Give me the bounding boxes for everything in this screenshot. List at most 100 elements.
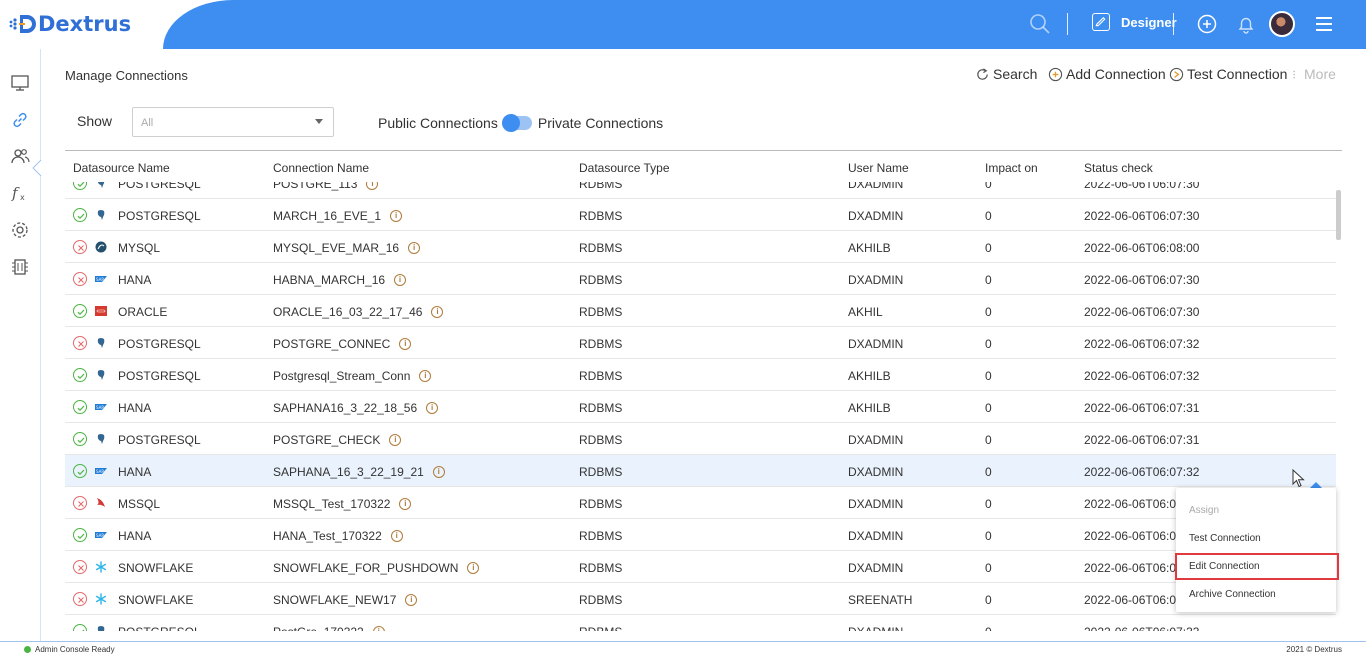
- status-check: 2022-06-06T06:07: [1084, 497, 1183, 511]
- column-header[interactable]: Datasource Type: [579, 161, 670, 175]
- logo-icon: [9, 15, 36, 33]
- logo[interactable]: Dextrus: [8, 12, 131, 36]
- show-select-value: All: [141, 117, 154, 129]
- visibility-toggle-group: Public Connections Private Connections: [378, 114, 663, 132]
- user-name: DXADMIN: [848, 433, 904, 447]
- status-ok-icon: [73, 432, 87, 446]
- connection-name-text: SAPHANA_16_3_22_19_21: [273, 465, 424, 479]
- status-error-icon: [73, 592, 87, 606]
- table-row[interactable]: POSTGRESQL Postgresql_Stream_Conn i RDBMS AK…: [65, 359, 1336, 391]
- hamburger-menu-icon[interactable]: [1313, 13, 1335, 35]
- column-header[interactable]: Impact on: [985, 161, 1038, 175]
- connection-name: POSTGRE_CONNEC i: [273, 337, 412, 351]
- table-row[interactable]: POSTGRESQL PostGre_170322 i RDBMS DXADMIN 0 20…: [65, 615, 1336, 631]
- datasource-name: HANA: [118, 401, 152, 415]
- table-row[interactable]: POSTGRESQL POSTGRE_CHECK i RDBMS DXADMIN 0 202…: [65, 423, 1336, 455]
- add-connection-button[interactable]: Add Connection: [1048, 66, 1166, 82]
- info-icon[interactable]: i: [405, 593, 418, 606]
- table-row[interactable]: ORACLE ORACLE_16_03_22_17_46 i RDBMS AKHIL 0 2…: [65, 295, 1336, 327]
- status-error-icon: [73, 560, 87, 574]
- user-name: DXADMIN: [848, 465, 904, 479]
- status-check: 2022-06-06T06:07:31: [1084, 401, 1200, 415]
- info-icon[interactable]: i: [372, 625, 385, 631]
- table-row[interactable]: SNOWFLAKE SNOWFLAKE_NEW17 i RDBMS SREENATH 0 2…: [65, 583, 1336, 615]
- column-header[interactable]: User Name: [848, 161, 909, 175]
- avatar[interactable]: [1269, 11, 1295, 37]
- snowflake-icon: [95, 593, 107, 605]
- test-connection-button[interactable]: Test Connection: [1169, 66, 1287, 82]
- column-header[interactable]: Datasource Name: [73, 161, 170, 175]
- info-icon[interactable]: i: [431, 305, 444, 318]
- user-name: DXADMIN: [848, 182, 904, 191]
- menu-item-archive-connection[interactable]: Archive Connection: [1189, 589, 1276, 600]
- info-icon[interactable]: i: [389, 433, 402, 446]
- table-row[interactable]: POSTGRESQL MARCH_16_EVE_1 i RDBMS DXADMIN 0 20…: [65, 199, 1336, 231]
- add-circle-icon[interactable]: [1196, 13, 1218, 35]
- svg-text:f: f: [11, 184, 20, 202]
- datasource-name: HANA: [118, 529, 152, 543]
- info-icon[interactable]: i: [399, 497, 412, 510]
- info-icon[interactable]: i: [394, 273, 407, 286]
- connection-name: HANA_Test_170322 i: [273, 529, 403, 543]
- datasource-name: SNOWFLAKE: [118, 561, 194, 575]
- info-icon[interactable]: i: [366, 182, 379, 190]
- users-icon[interactable]: [10, 146, 30, 166]
- info-icon[interactable]: i: [408, 241, 421, 254]
- table-row[interactable]: MSSQL MSSQL_Test_170322 i RDBMS DXADMIN 0 2022…: [65, 487, 1336, 519]
- status-check: 2022-06-06T06:07: [1084, 593, 1183, 607]
- column-header[interactable]: Connection Name: [273, 161, 369, 175]
- connection-name-text: POSTGRE_CONNEC: [273, 337, 391, 351]
- table-row[interactable]: SAP HANA HANA_Test_170322 i RDBMS DXADMIN 0 202…: [65, 519, 1336, 551]
- datasource-name: MSSQL: [118, 497, 161, 511]
- table-row[interactable]: POSTGRESQL POSTGRE_113 i RDBMS DXADMIN 0 2022-…: [65, 182, 1336, 199]
- scrollbar-thumb[interactable]: [1336, 190, 1341, 240]
- info-icon[interactable]: i: [390, 529, 403, 542]
- info-icon[interactable]: i: [390, 209, 403, 222]
- table-row[interactable]: SAP HANA SAPHANA16_3_22_18_56 i RDBMS AKHILB 0…: [65, 391, 1336, 423]
- public-private-toggle[interactable]: [501, 114, 532, 132]
- table-row[interactable]: MYSQL MYSQL_EVE_MAR_16 i RDBMS AKHILB 0 2022-0…: [65, 231, 1336, 263]
- svg-text:SAP: SAP: [96, 277, 104, 282]
- datasource-type: RDBMS: [579, 465, 623, 479]
- sap-icon: SAP: [95, 273, 107, 285]
- table-row[interactable]: SAP HANA SAPHANA_16_3_22_19_21 i RDBMS DXADMI…: [65, 455, 1336, 487]
- status-ready: Admin Console Ready: [24, 645, 115, 654]
- more-button[interactable]: More: [1291, 66, 1336, 82]
- show-select[interactable]: All: [132, 107, 334, 137]
- monitor-icon[interactable]: [10, 73, 30, 93]
- search-icon[interactable]: [1029, 13, 1051, 35]
- info-icon[interactable]: i: [399, 337, 412, 350]
- sap-icon: SAP: [95, 529, 107, 541]
- connection-name-text: SAPHANA16_3_22_18_56: [273, 401, 418, 415]
- bell-icon[interactable]: [1235, 13, 1257, 35]
- info-icon[interactable]: i: [432, 465, 445, 478]
- info-icon[interactable]: i: [426, 401, 439, 414]
- table-header: Datasource Name Connection Name Datasour…: [65, 150, 1342, 182]
- status-check: 2022-06-06T06:07:31: [1084, 433, 1200, 447]
- status-check: 2022-06-06T06:07: [1084, 561, 1183, 575]
- gear-icon[interactable]: [10, 220, 30, 240]
- table-row[interactable]: POSTGRESQL POSTGRE_CONNEC i RDBMS DXADMIN 0 20…: [65, 327, 1336, 359]
- status-ok-icon: [73, 368, 87, 382]
- more-label: More: [1304, 66, 1336, 82]
- menu-item-test-connection[interactable]: Test Connection: [1189, 533, 1261, 544]
- impact-on: 0: [985, 529, 992, 543]
- info-icon[interactable]: i: [419, 369, 432, 382]
- table-row[interactable]: SAP HANA HABNA_MARCH_16 i RDBMS DXADMIN 0 2022-…: [65, 263, 1336, 295]
- public-connections-label: Public Connections: [378, 115, 498, 131]
- mssql-icon: [95, 497, 107, 509]
- status-error-icon: [73, 240, 87, 254]
- status-ok-icon: [73, 400, 87, 414]
- connection-name-text: POSTGRE_CHECK: [273, 433, 381, 447]
- table-row[interactable]: SNOWFLAKE SNOWFLAKE_FOR_PUSHDOWN i RDBMS DXA…: [65, 551, 1336, 583]
- chip-icon[interactable]: [10, 257, 30, 277]
- status-check: 2022-06-06T06:07:32: [1084, 369, 1200, 383]
- link-icon[interactable]: [10, 110, 30, 130]
- search-button[interactable]: Search: [975, 66, 1037, 82]
- function-icon[interactable]: f x: [10, 183, 30, 203]
- column-header[interactable]: Status check: [1084, 161, 1153, 175]
- info-icon[interactable]: i: [467, 561, 480, 574]
- test-connection-label: Test Connection: [1187, 66, 1288, 82]
- menu-item-assign[interactable]: Assign: [1189, 505, 1219, 516]
- designer-button[interactable]: Designer: [1092, 13, 1177, 31]
